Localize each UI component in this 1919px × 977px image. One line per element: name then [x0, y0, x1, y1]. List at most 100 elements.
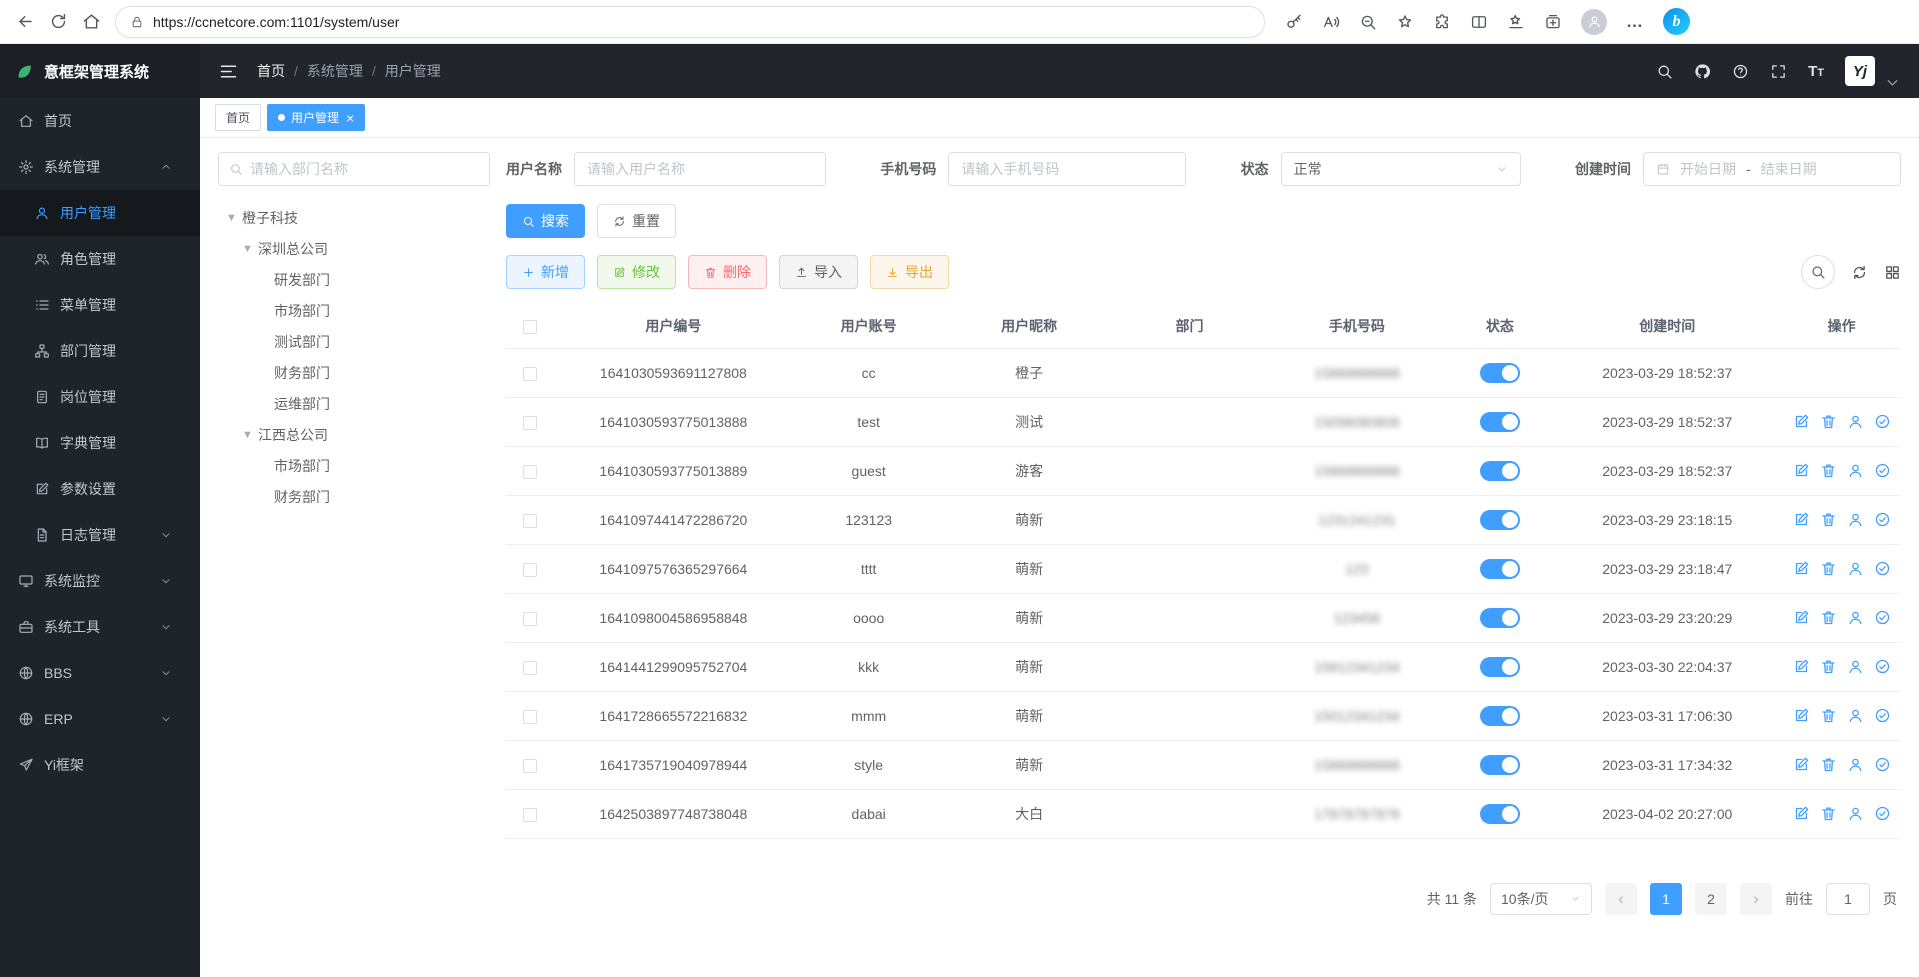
- close-tab-icon[interactable]: ×: [346, 111, 354, 125]
- user-detail-icon[interactable]: [1847, 462, 1864, 479]
- status-toggle[interactable]: [1480, 559, 1520, 579]
- approve-row-icon[interactable]: [1874, 756, 1891, 773]
- sidebar-item-BBS[interactable]: BBS: [0, 650, 200, 696]
- fullscreen-icon[interactable]: [1770, 63, 1787, 80]
- sidebar-item-ERP[interactable]: ERP: [0, 696, 200, 742]
- password-key-icon[interactable]: [1285, 13, 1303, 31]
- row-checkbox[interactable]: [523, 661, 537, 675]
- delete-row-icon[interactable]: [1820, 560, 1837, 577]
- tree-node-财务部门[interactable]: 财务部门: [218, 481, 490, 512]
- sidebar-item-参数设置[interactable]: 参数设置: [0, 466, 200, 512]
- edit-row-icon[interactable]: [1793, 413, 1810, 430]
- tab-首页[interactable]: 首页: [215, 104, 261, 131]
- browser-profile-avatar[interactable]: [1581, 9, 1607, 35]
- extensions-puzzle-icon[interactable]: [1433, 13, 1451, 31]
- favorites-bar-icon[interactable]: [1507, 13, 1525, 31]
- sidebar-item-系统工具[interactable]: 系统工具: [0, 604, 200, 650]
- sidebar-item-岗位管理[interactable]: 岗位管理: [0, 374, 200, 420]
- edit-row-icon[interactable]: [1793, 658, 1810, 675]
- reload-icon[interactable]: [49, 12, 68, 31]
- approve-row-icon[interactable]: [1874, 511, 1891, 528]
- breadcrumb-item[interactable]: 首页: [257, 61, 285, 81]
- sidebar-item-部门管理[interactable]: 部门管理: [0, 328, 200, 374]
- help-icon[interactable]: [1732, 63, 1749, 80]
- font-size-icon[interactable]: TT: [1808, 63, 1824, 80]
- status-toggle[interactable]: [1480, 755, 1520, 775]
- delete-row-icon[interactable]: [1820, 413, 1837, 430]
- page-number-1[interactable]: 1: [1650, 883, 1682, 915]
- approve-row-icon[interactable]: [1874, 707, 1891, 724]
- modify-button[interactable]: 修改: [597, 255, 676, 289]
- caret-down-icon[interactable]: ▼: [226, 212, 242, 224]
- row-checkbox[interactable]: [523, 514, 537, 528]
- caret-down-icon[interactable]: ▼: [242, 243, 258, 255]
- edit-row-icon[interactable]: [1793, 756, 1810, 773]
- delete-row-icon[interactable]: [1820, 658, 1837, 675]
- approve-row-icon[interactable]: [1874, 609, 1891, 626]
- approve-row-icon[interactable]: [1874, 560, 1891, 577]
- username-input[interactable]: [574, 152, 826, 186]
- phone-input[interactable]: [948, 152, 1186, 186]
- split-screen-icon[interactable]: [1470, 13, 1488, 31]
- tree-node-运维部门[interactable]: 运维部门: [218, 388, 490, 419]
- user-detail-icon[interactable]: [1847, 805, 1864, 822]
- status-toggle[interactable]: [1480, 608, 1520, 628]
- goto-page-input[interactable]: [1826, 883, 1870, 915]
- browser-menu-icon[interactable]: …: [1626, 12, 1644, 32]
- status-toggle[interactable]: [1480, 412, 1520, 432]
- read-aloud-icon[interactable]: [1322, 13, 1340, 31]
- row-checkbox[interactable]: [523, 759, 537, 773]
- delete-row-icon[interactable]: [1820, 805, 1837, 822]
- date-range-picker[interactable]: 开始日期 - 结束日期: [1643, 152, 1901, 186]
- sidebar-item-首页[interactable]: 首页: [0, 98, 200, 144]
- edit-row-icon[interactable]: [1793, 462, 1810, 479]
- tab-用户管理[interactable]: 用户管理×: [267, 104, 365, 131]
- status-toggle[interactable]: [1480, 657, 1520, 677]
- page-size-select[interactable]: 10条/页: [1490, 883, 1592, 915]
- status-toggle[interactable]: [1480, 461, 1520, 481]
- tree-node-橙子科技[interactable]: ▼橙子科技: [218, 202, 490, 233]
- caret-down-icon[interactable]: ▼: [242, 429, 258, 441]
- edit-row-icon[interactable]: [1793, 511, 1810, 528]
- tree-node-市场部门[interactable]: 市场部门: [218, 295, 490, 326]
- row-checkbox[interactable]: [523, 710, 537, 724]
- sidebar-item-用户管理[interactable]: 用户管理: [0, 190, 200, 236]
- tree-node-财务部门[interactable]: 财务部门: [218, 357, 490, 388]
- dept-search-input[interactable]: [250, 161, 479, 177]
- search-button[interactable]: 搜索: [506, 204, 585, 238]
- home-icon[interactable]: [82, 12, 101, 31]
- user-detail-icon[interactable]: [1847, 707, 1864, 724]
- delete-row-icon[interactable]: [1820, 707, 1837, 724]
- search-icon[interactable]: [1656, 63, 1673, 80]
- copilot-icon[interactable]: b: [1663, 8, 1690, 35]
- select-all-checkbox[interactable]: [523, 320, 537, 334]
- user-detail-icon[interactable]: [1847, 560, 1864, 577]
- row-checkbox[interactable]: [523, 367, 537, 381]
- status-toggle[interactable]: [1480, 804, 1520, 824]
- user-detail-icon[interactable]: [1847, 756, 1864, 773]
- delete-row-icon[interactable]: [1820, 609, 1837, 626]
- sidebar-item-Yi框架[interactable]: Yi框架: [0, 742, 200, 788]
- collections-icon[interactable]: [1544, 13, 1562, 31]
- edit-row-icon[interactable]: [1793, 560, 1810, 577]
- user-avatar[interactable]: Yj: [1845, 56, 1875, 86]
- edit-row-icon[interactable]: [1793, 707, 1810, 724]
- approve-row-icon[interactable]: [1874, 462, 1891, 479]
- sidebar-item-角色管理[interactable]: 角色管理: [0, 236, 200, 282]
- page-number-2[interactable]: 2: [1695, 883, 1727, 915]
- address-bar[interactable]: https://ccnetcore.com:1101/system/user: [115, 6, 1265, 38]
- table-search-button[interactable]: [1801, 255, 1835, 289]
- breadcrumb-item[interactable]: 用户管理: [385, 61, 441, 81]
- prev-page-button[interactable]: ‹: [1605, 883, 1637, 915]
- tree-node-研发部门[interactable]: 研发部门: [218, 264, 490, 295]
- delete-row-icon[interactable]: [1820, 511, 1837, 528]
- tree-node-测试部门[interactable]: 测试部门: [218, 326, 490, 357]
- import-button[interactable]: 导入: [779, 255, 858, 289]
- export-button[interactable]: 导出: [870, 255, 949, 289]
- tree-node-深圳总公司[interactable]: ▼深圳总公司: [218, 233, 490, 264]
- user-detail-icon[interactable]: [1847, 511, 1864, 528]
- row-checkbox[interactable]: [523, 808, 537, 822]
- sidebar-item-系统管理[interactable]: 系统管理: [0, 144, 200, 190]
- status-toggle[interactable]: [1480, 363, 1520, 383]
- status-toggle[interactable]: [1480, 706, 1520, 726]
